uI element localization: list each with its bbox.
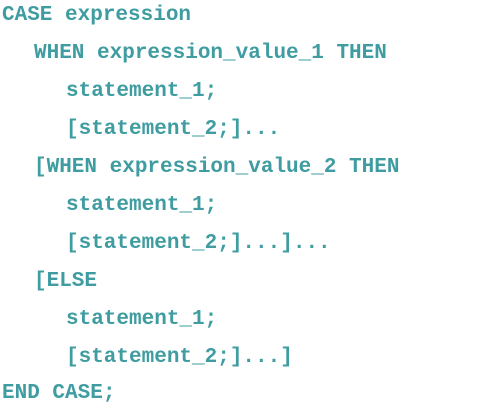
code-line: CASE expression [2, 4, 192, 27]
code-line: [statement_2;]...] [66, 346, 293, 369]
code-line: statement_1; [66, 194, 218, 217]
code-line: statement_1; [66, 80, 218, 103]
code-line: [WHEN expression_value_2 THEN [34, 156, 400, 179]
code-line: [statement_2;]...]... [66, 232, 331, 255]
code-line: [ELSE [34, 270, 98, 293]
code-line: statement_1; [66, 308, 218, 331]
code-line: END CASE; [2, 382, 116, 404]
case-statement-syntax: CASE expression WHEN expression_value_1 … [0, 0, 503, 404]
code-line: [statement_2;]... [66, 118, 281, 141]
code-line: WHEN expression_value_1 THEN [34, 42, 387, 65]
